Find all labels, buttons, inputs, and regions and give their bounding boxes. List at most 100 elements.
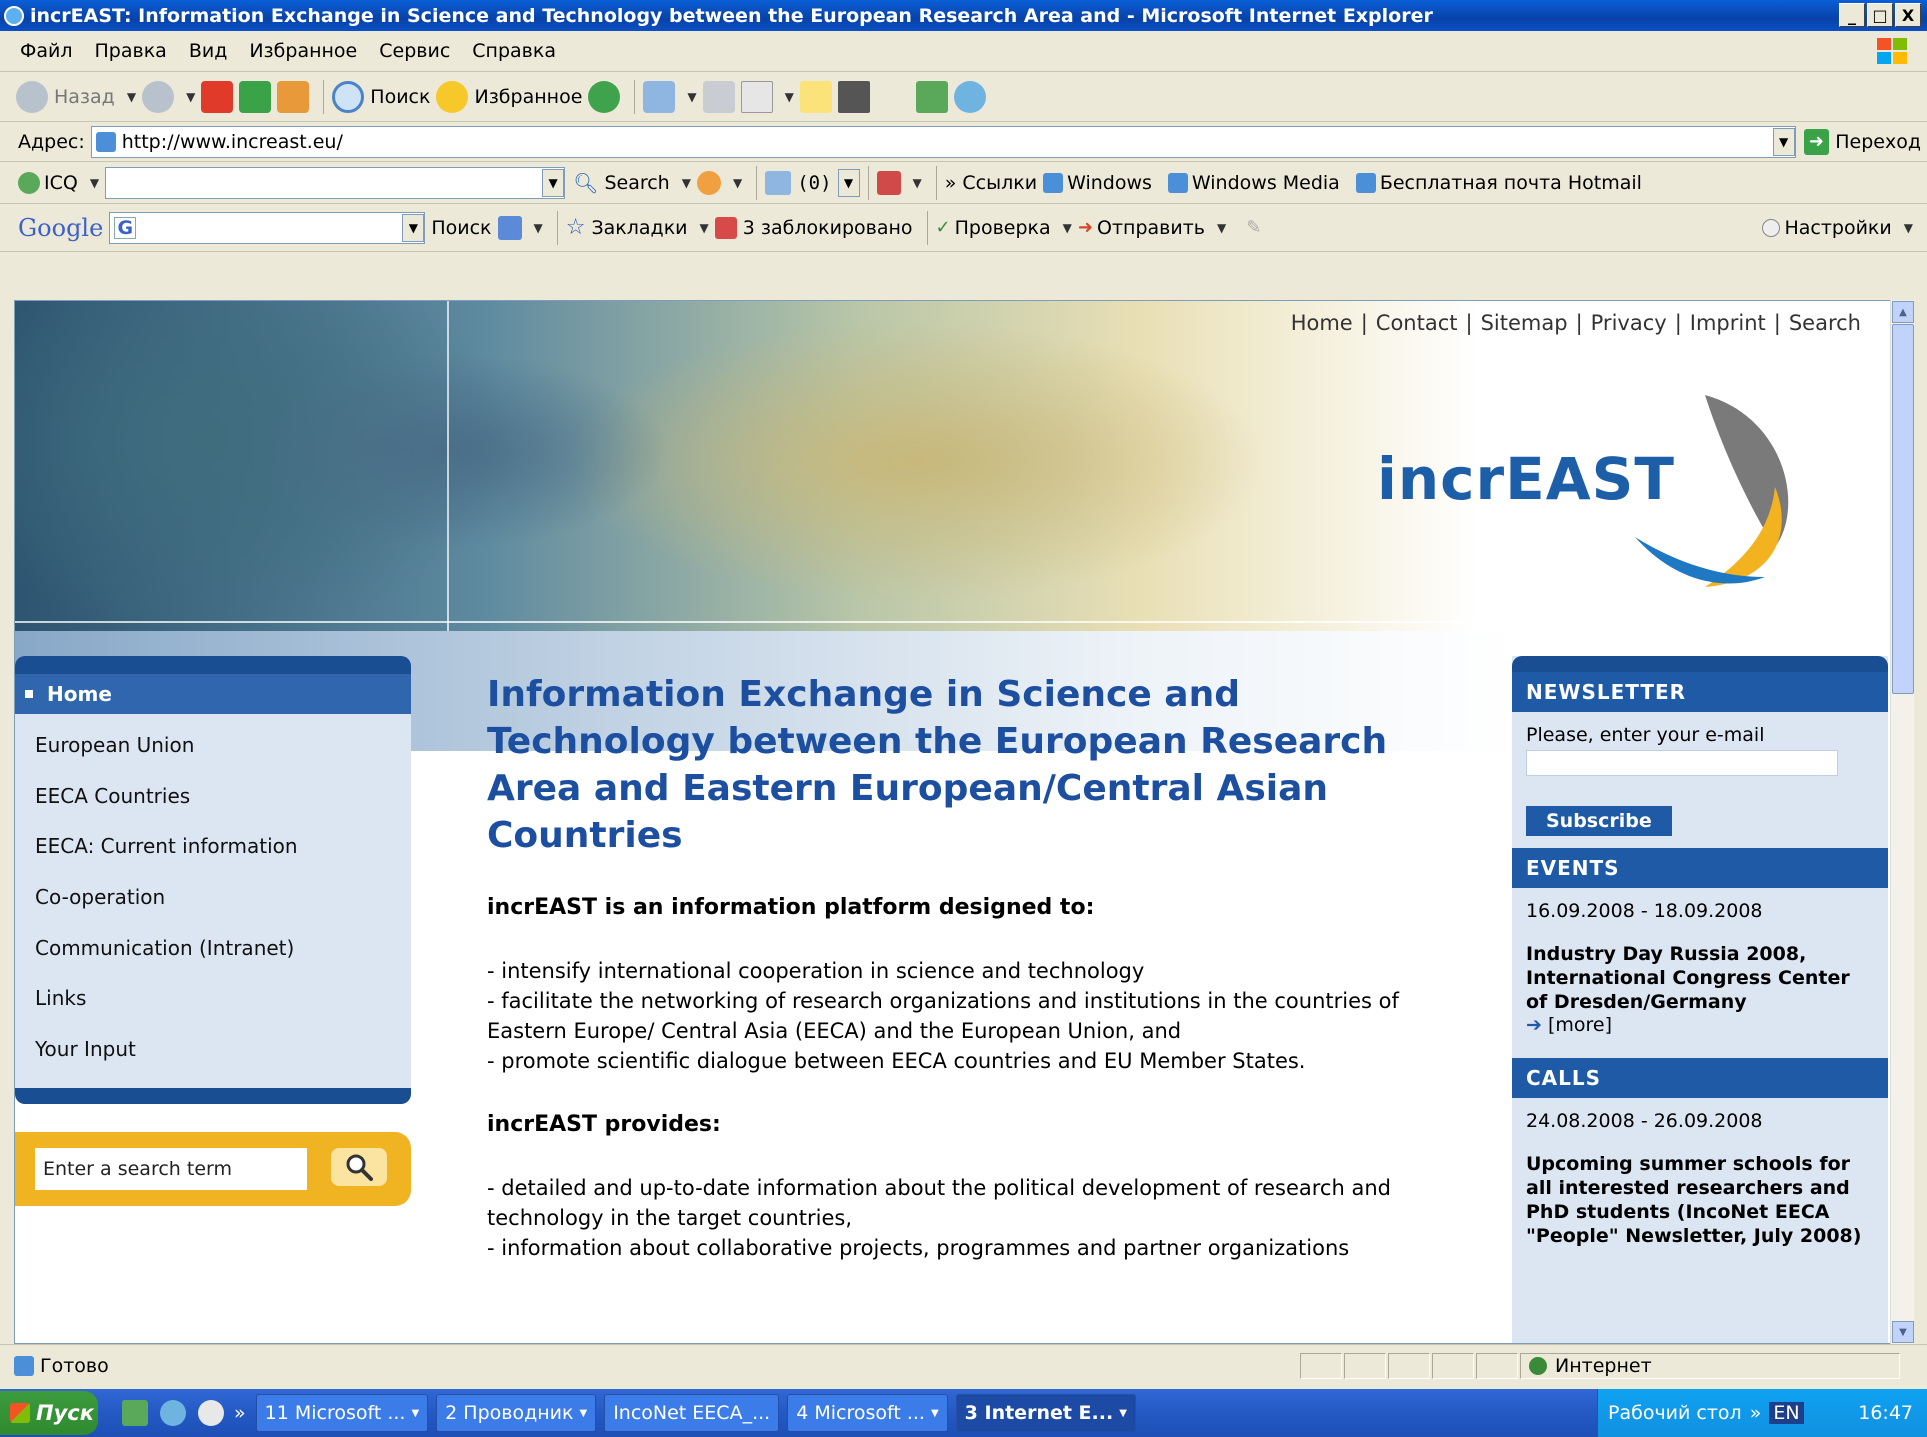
google-news-dropdown-icon[interactable]: ▼ bbox=[534, 221, 543, 235]
toplink-sitemap[interactable]: Sitemap bbox=[1481, 311, 1568, 335]
refresh-icon[interactable] bbox=[239, 80, 272, 113]
bookmarks-dropdown-icon[interactable]: ▼ bbox=[700, 221, 709, 235]
maximize-button[interactable]: □ bbox=[1867, 3, 1893, 27]
stop-icon[interactable] bbox=[201, 80, 234, 113]
messenger-icon[interactable] bbox=[953, 80, 986, 113]
nav-item-your-input[interactable]: Your Input bbox=[15, 1024, 411, 1075]
icq-dropdown-icon[interactable]: ▼ bbox=[90, 176, 99, 190]
menu-view[interactable]: Вид bbox=[189, 40, 228, 62]
google-logo[interactable]: Google bbox=[18, 214, 103, 242]
toplink-privacy[interactable]: Privacy bbox=[1591, 311, 1667, 335]
icq-search-input[interactable]: ▼ bbox=[105, 166, 566, 199]
popup-blocked-count[interactable]: 3 заблокировано bbox=[743, 217, 913, 239]
icq-label[interactable]: ICQ bbox=[44, 172, 78, 194]
nav-item-eeca-countries[interactable]: EECA Countries bbox=[15, 771, 411, 822]
nav-item-links[interactable]: Links bbox=[15, 973, 411, 1024]
mail-counter-icon[interactable] bbox=[765, 170, 792, 195]
popup-blocker-icon[interactable] bbox=[714, 216, 737, 239]
start-button[interactable]: Пуск bbox=[0, 1391, 98, 1435]
google-search-dropdown-icon[interactable]: ▼ bbox=[402, 213, 425, 242]
quicklaunch-mediaplayer-icon[interactable] bbox=[198, 1400, 224, 1426]
subscribe-button[interactable]: Subscribe bbox=[1526, 806, 1672, 836]
smiley-icon[interactable] bbox=[696, 170, 721, 195]
window-titlebar[interactable]: incrEAST: Information Exchange in Scienc… bbox=[0, 0, 1927, 31]
spellcheck-dropdown-icon[interactable]: ▼ bbox=[1063, 221, 1072, 235]
close-button[interactable]: X bbox=[1895, 3, 1921, 27]
link-windows-media[interactable]: Windows Media bbox=[1192, 172, 1340, 194]
spellcheck-button[interactable]: Проверка bbox=[955, 217, 1051, 239]
history-icon[interactable] bbox=[588, 80, 621, 113]
call-title[interactable]: Upcoming summer schools for all interest… bbox=[1526, 1152, 1874, 1248]
page-viewport[interactable]: Home | Contact | Sitemap | Privacy | Imprint | Sea… bbox=[14, 300, 1911, 1344]
taskbar-button-word[interactable]: 4 Microsoft ... ▼ bbox=[787, 1394, 948, 1432]
icq-search-button[interactable]: Search bbox=[604, 172, 669, 194]
google-search-input[interactable]: G ▼ bbox=[109, 211, 426, 244]
go-arrow-icon[interactable]: ➜ bbox=[1803, 128, 1830, 155]
forward-arrow-icon[interactable] bbox=[142, 80, 175, 113]
taskbar-button-ie[interactable]: 3 Internet E... ▼ bbox=[955, 1394, 1136, 1432]
people-icon[interactable] bbox=[876, 170, 901, 195]
toplink-imprint[interactable]: Imprint bbox=[1690, 311, 1766, 335]
address-input[interactable]: http://www.increast.eu/ ▼ bbox=[90, 125, 1796, 158]
newsletter-email-input[interactable] bbox=[1526, 750, 1838, 776]
icq-flower-icon[interactable] bbox=[915, 80, 948, 113]
scroll-up-icon[interactable]: ▲ bbox=[1892, 301, 1914, 323]
desktop-toolbar[interactable]: Рабочий стол bbox=[1608, 1402, 1742, 1424]
menu-file[interactable]: Файл bbox=[20, 40, 73, 62]
settings-dropdown-icon[interactable]: ▼ bbox=[1904, 221, 1913, 235]
toplink-search[interactable]: Search bbox=[1789, 311, 1861, 335]
quicklaunch-more[interactable]: » bbox=[234, 1402, 246, 1424]
taskbar-button-inconet[interactable]: IncoNet EECA_... bbox=[604, 1394, 780, 1432]
menu-tools[interactable]: Сервис bbox=[379, 40, 450, 62]
mail-dropdown-icon[interactable]: ▼ bbox=[687, 90, 696, 104]
back-button[interactable]: Назад bbox=[54, 86, 115, 108]
forward-dropdown-icon[interactable]: ▼ bbox=[186, 90, 195, 104]
event-more-link[interactable]: ➔ [more] bbox=[1526, 1014, 1874, 1036]
mail-count-dropdown-icon[interactable]: ▼ bbox=[837, 168, 860, 197]
taskbar-button-explorer[interactable]: 2 Проводник ▼ bbox=[436, 1394, 597, 1432]
send-button[interactable]: Отправить bbox=[1097, 217, 1205, 239]
menu-edit[interactable]: Правка bbox=[95, 40, 167, 62]
nav-item-european-union[interactable]: European Union bbox=[15, 720, 411, 771]
increast-logo[interactable]: incrEAST bbox=[1375, 387, 1805, 597]
google-news-icon[interactable] bbox=[497, 215, 522, 240]
k-icon[interactable] bbox=[837, 80, 870, 113]
site-search-input[interactable]: Enter a search term bbox=[35, 1148, 307, 1190]
quicklaunch-outlook-icon[interactable] bbox=[122, 1400, 148, 1426]
toplink-contact[interactable]: Contact bbox=[1376, 311, 1458, 335]
nav-item-communication[interactable]: Communication (Intranet) bbox=[15, 922, 411, 973]
go-button[interactable]: Переход bbox=[1835, 131, 1921, 153]
link-windows[interactable]: Windows bbox=[1067, 172, 1152, 194]
print-icon[interactable] bbox=[702, 80, 735, 113]
people-dropdown-icon[interactable]: ▼ bbox=[913, 176, 922, 190]
pencil-icon[interactable]: ✎ bbox=[1246, 217, 1261, 238]
address-dropdown-icon[interactable]: ▼ bbox=[1772, 127, 1795, 156]
notes-icon[interactable] bbox=[799, 80, 832, 113]
smiley-dropdown-icon[interactable]: ▼ bbox=[733, 176, 742, 190]
back-dropdown-icon[interactable]: ▼ bbox=[127, 90, 136, 104]
google-search-button[interactable]: Поиск bbox=[431, 217, 491, 239]
search-icon[interactable] bbox=[332, 80, 365, 113]
link-hotmail[interactable]: Бесплатная почта Hotmail bbox=[1380, 172, 1642, 194]
nav-item-cooperation[interactable]: Co-operation bbox=[15, 872, 411, 923]
menu-favorites[interactable]: Избранное bbox=[249, 40, 357, 62]
page-scrollbar[interactable]: ▲ ▼ bbox=[1890, 300, 1914, 1344]
google-settings-button[interactable]: Настройки bbox=[1784, 217, 1891, 239]
edit-dropdown-icon[interactable]: ▼ bbox=[785, 90, 794, 104]
nav-item-home[interactable]: Home bbox=[15, 674, 411, 714]
toolbar-overflow-button[interactable]: » bbox=[945, 172, 957, 194]
bookmarks-button[interactable]: Закладки bbox=[591, 217, 687, 239]
scroll-thumb[interactable] bbox=[1892, 324, 1914, 694]
taskbar-button-outlook[interactable]: 11 Microsoft ... ▼ bbox=[255, 1394, 429, 1432]
clock[interactable]: 16:47 bbox=[1858, 1402, 1913, 1424]
mail-icon[interactable] bbox=[643, 80, 676, 113]
menu-help[interactable]: Справка bbox=[472, 40, 556, 62]
minimize-button[interactable]: _ bbox=[1839, 3, 1865, 27]
quicklaunch-ie-icon[interactable] bbox=[160, 1400, 186, 1426]
edit-icon[interactable] bbox=[740, 80, 773, 113]
icq-search-dropdown-icon[interactable]: ▼ bbox=[542, 168, 565, 197]
home-icon[interactable] bbox=[277, 80, 310, 113]
language-indicator[interactable]: EN bbox=[1769, 1402, 1804, 1424]
favorites-button[interactable]: Избранное bbox=[474, 86, 582, 108]
search-dropdown-icon[interactable]: ▼ bbox=[682, 176, 691, 190]
